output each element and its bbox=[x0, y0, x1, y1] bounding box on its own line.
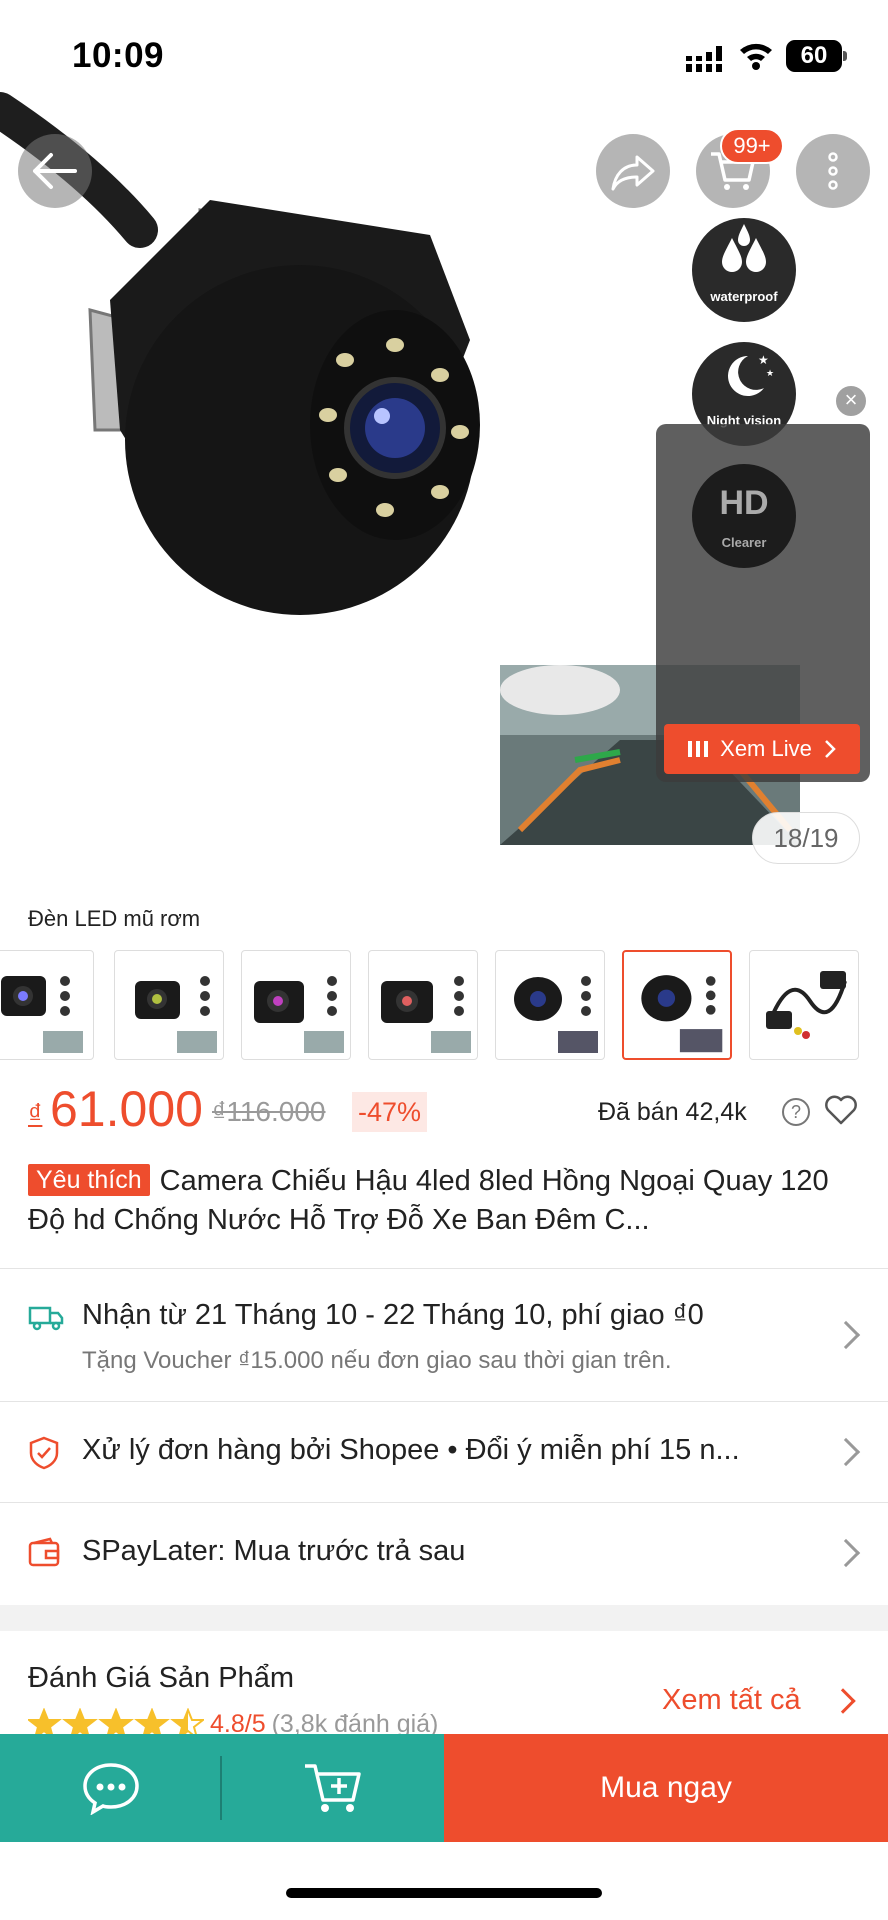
guarantee-row[interactable]: Xử lý đơn hàng bởi Shopee • Đổi ý miễn p… bbox=[0, 1402, 888, 1502]
variant-label: Đèn LED mũ rơm bbox=[28, 906, 201, 931]
variant-thumbnail-selected[interactable] bbox=[622, 950, 732, 1060]
watch-live-button[interactable]: Xem Live bbox=[664, 724, 860, 774]
status-bar: 10:09 60 bbox=[0, 0, 888, 110]
status-time: 10:09 bbox=[72, 36, 165, 75]
more-options-button[interactable] bbox=[796, 134, 870, 208]
spaylater-row[interactable]: SPayLater: Mua trước trả sau bbox=[0, 1503, 888, 1603]
hd-badge: HD Clearer bbox=[692, 464, 796, 568]
variant-thumbnail[interactable] bbox=[368, 950, 478, 1060]
battery-icon: 60 bbox=[786, 40, 847, 72]
chevron-right-icon bbox=[831, 1538, 861, 1568]
live-bars-icon bbox=[688, 741, 709, 757]
share-icon bbox=[611, 155, 655, 191]
waterproof-caption: waterproof bbox=[710, 289, 778, 304]
svg-text:★: ★ bbox=[766, 369, 774, 379]
truck-icon bbox=[28, 1306, 64, 1331]
variant-thumbnail[interactable] bbox=[495, 950, 605, 1060]
hd-caption: Clearer bbox=[721, 535, 767, 550]
chat-icon bbox=[83, 1763, 139, 1815]
spaylater-text: SPayLater: Mua trước trả sau bbox=[82, 1535, 466, 1567]
image-counter: 18/19 bbox=[752, 812, 860, 864]
variant-thumbnail[interactable] bbox=[0, 950, 94, 1060]
home-indicator bbox=[286, 1888, 602, 1898]
shipping-voucher-note: Tặng Voucher ₫15.000 nếu đơn giao sau th… bbox=[82, 1347, 672, 1374]
variant-thumbnail[interactable] bbox=[241, 950, 351, 1060]
bottom-action-bar: Mua ngay bbox=[0, 1734, 888, 1842]
arrow-left-icon bbox=[33, 153, 77, 189]
rating-section-title: Đánh Giá Sản Phẩm bbox=[28, 1662, 294, 1694]
waterproof-badge: waterproof bbox=[692, 218, 796, 322]
guarantee-text: Xử lý đơn hàng bởi Shopee • Đổi ý miễn p… bbox=[82, 1434, 740, 1466]
chat-button[interactable] bbox=[0, 1734, 222, 1842]
see-all-reviews-link[interactable]: Xem tất cả bbox=[662, 1684, 801, 1717]
chevron-right-icon bbox=[824, 740, 836, 758]
chevron-right-icon bbox=[831, 1320, 861, 1350]
more-vertical-icon bbox=[828, 152, 838, 190]
shipping-date: Nhận từ 21 Tháng 10 - 22 Tháng 10, phí g… bbox=[82, 1299, 704, 1331]
svg-text:★: ★ bbox=[758, 353, 769, 367]
heart-icon[interactable] bbox=[824, 1094, 858, 1126]
wifi-icon bbox=[740, 43, 772, 70]
shield-check-icon bbox=[29, 1436, 59, 1470]
price-row: ₫ 61.000 ₫116.000 -47% Đã bán 42,4k ? bbox=[28, 1080, 868, 1140]
add-to-cart-button[interactable] bbox=[222, 1734, 444, 1842]
help-icon[interactable]: ? bbox=[782, 1098, 810, 1126]
waterproof-icon bbox=[722, 224, 766, 272]
discount-badge: -47% bbox=[352, 1092, 428, 1132]
cart-count-badge: 99+ bbox=[720, 128, 784, 164]
back-button[interactable] bbox=[18, 134, 92, 208]
hd-label: HD bbox=[719, 484, 769, 522]
original-price: ₫116.000 bbox=[212, 1096, 326, 1127]
favorite-tag: Yêu thích bbox=[28, 1164, 150, 1196]
variant-thumbnails bbox=[0, 950, 888, 1062]
current-price: 61.000 bbox=[50, 1081, 203, 1137]
section-separator bbox=[0, 1605, 888, 1631]
watch-live-label: Xem Live bbox=[720, 736, 812, 761]
chevron-right-icon bbox=[831, 1437, 861, 1467]
add-to-cart-icon bbox=[305, 1764, 361, 1812]
variant-thumbnail[interactable] bbox=[114, 950, 224, 1060]
product-title-block: Yêu thích Camera Chiếu Hậu 4led 8led Hồng… bbox=[28, 1162, 868, 1240]
buy-now-button[interactable]: Mua ngay bbox=[444, 1734, 888, 1842]
variant-thumbnail[interactable] bbox=[749, 950, 859, 1060]
price-currency: ₫ bbox=[28, 1098, 43, 1129]
product-image-carousel[interactable]: 99+ waterproof ★ ★ Night vision HD Clear… bbox=[0, 0, 888, 880]
share-button[interactable] bbox=[596, 134, 670, 208]
moon-icon: ★ ★ bbox=[728, 353, 774, 396]
wallet-icon bbox=[28, 1537, 60, 1567]
cellular-signal-icon bbox=[686, 46, 722, 72]
live-close-button[interactable]: × bbox=[834, 384, 868, 418]
sold-count: Đã bán 42,4k bbox=[598, 1098, 747, 1126]
chevron-right-icon bbox=[830, 1688, 856, 1714]
shipping-row[interactable]: Nhận từ 21 Tháng 10 - 22 Tháng 10, phí g… bbox=[0, 1269, 888, 1401]
